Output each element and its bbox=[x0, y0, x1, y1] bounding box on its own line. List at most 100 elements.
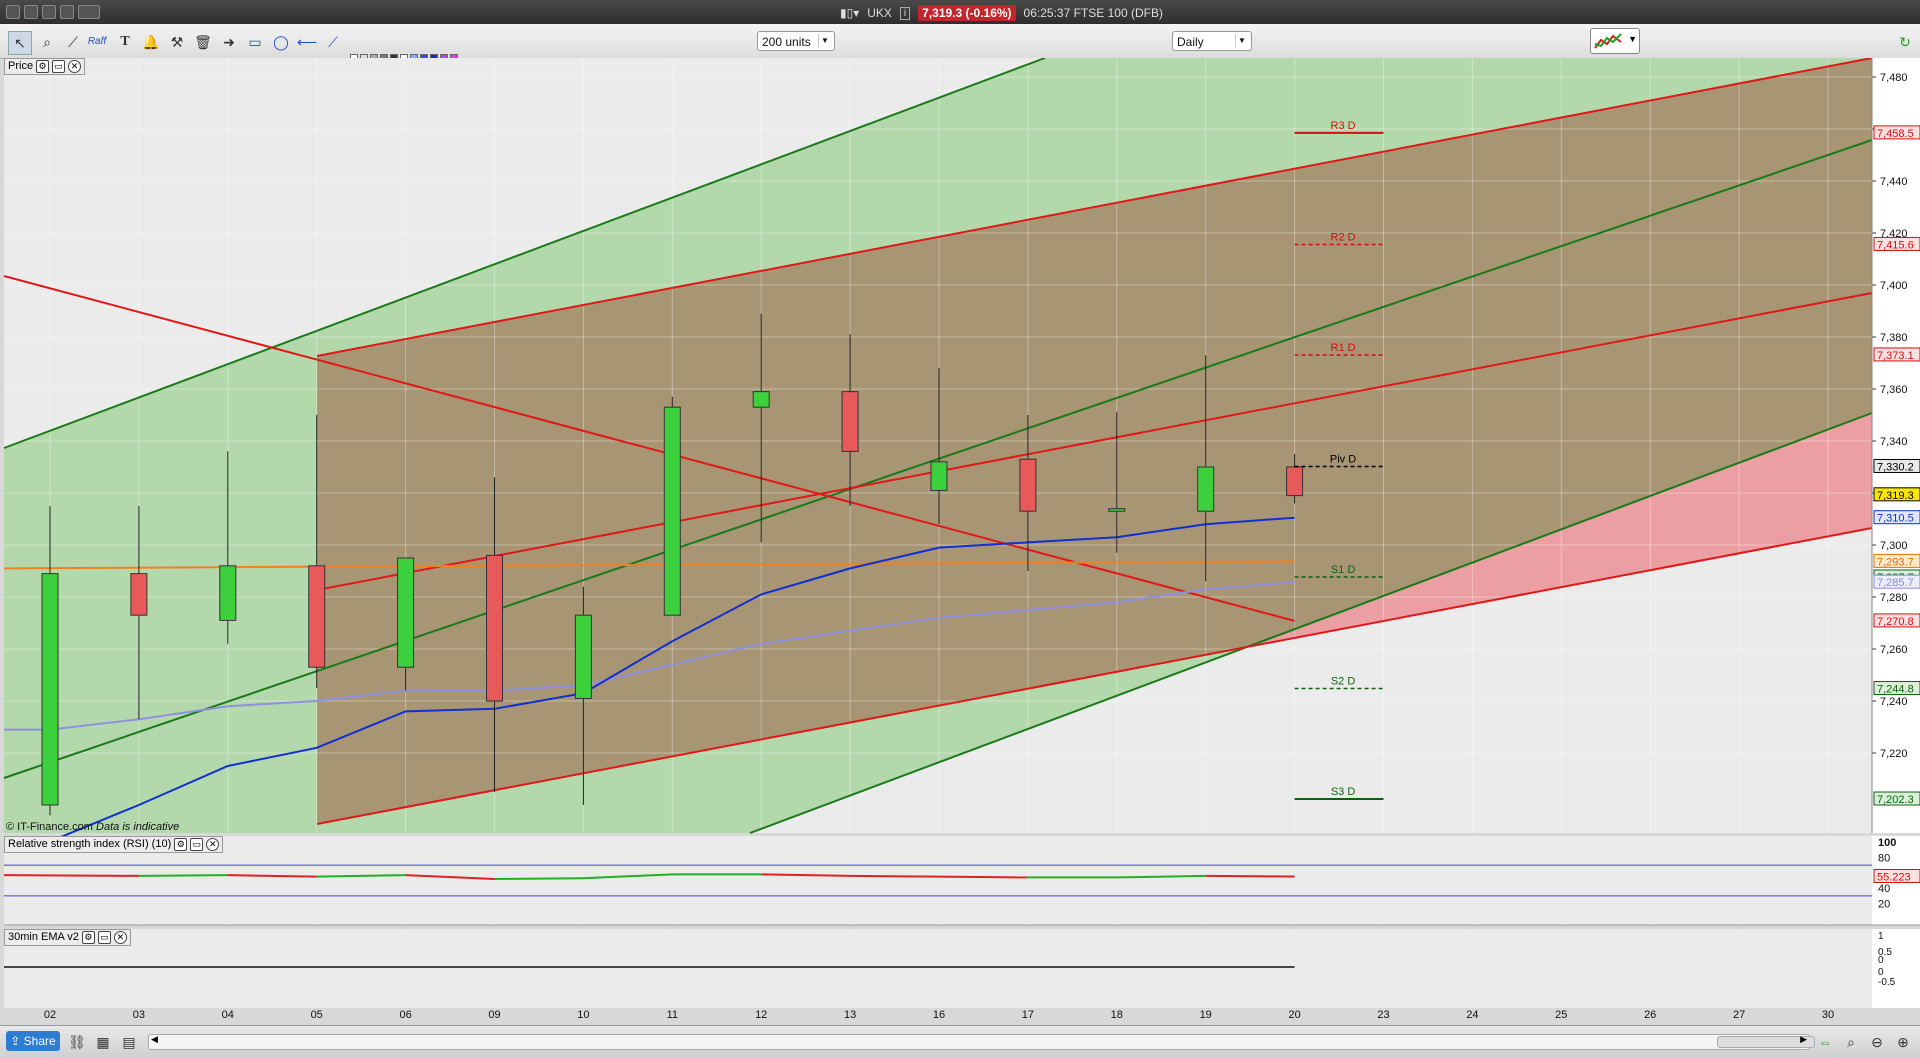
time-axis-label: 13 bbox=[844, 1009, 856, 1020]
time-axis-label: 26 bbox=[1644, 1009, 1656, 1020]
refresh-icon[interactable]: ↻ bbox=[1894, 31, 1916, 53]
chevron-down-icon: ▼ bbox=[1235, 34, 1248, 48]
line-tool-icon[interactable]: ⟵ bbox=[296, 31, 318, 53]
time-axis-label: 27 bbox=[1733, 1009, 1745, 1020]
raff-tool-icon[interactable]: Raff bbox=[86, 31, 108, 53]
rsi-axis-label: 20 bbox=[1878, 899, 1890, 911]
price-badge: 7,373.1 bbox=[1873, 347, 1920, 362]
arrow-tool-icon[interactable]: ➜ bbox=[218, 31, 240, 53]
interval-select[interactable]: Daily ▼ bbox=[1172, 31, 1252, 51]
link-icon[interactable]: ⛓ bbox=[66, 1031, 88, 1053]
wrench-icon[interactable]: ⚙ bbox=[174, 838, 188, 851]
share-button[interactable]: ⇪ Share bbox=[6, 1031, 60, 1051]
wrench-icon[interactable]: ⚙ bbox=[81, 931, 95, 944]
ema-panel-bg bbox=[4, 929, 1872, 1008]
price-axis-label: 7,360 bbox=[1880, 384, 1908, 396]
chart-canvas[interactable]: R3 DR2 DR1 DPiv DS1 DS2 DS3 D7,2207,2407… bbox=[0, 57, 1920, 1021]
price-axis-label: 7,440 bbox=[1880, 176, 1908, 188]
price-axis-label: 7,400 bbox=[1880, 280, 1908, 292]
rsi-segment bbox=[1205, 874, 1295, 878]
price-badge-label: 7,270.8 bbox=[1877, 616, 1914, 628]
ema-panel-label: 30min EMA v2 ⚙ ▭ ✕ bbox=[4, 929, 131, 946]
price-panel-label: Price ⚙ ▭ ✕ bbox=[4, 58, 86, 75]
alert-bell-icon[interactable]: 🔔 bbox=[140, 31, 162, 53]
time-axis-label: 23 bbox=[1377, 1009, 1389, 1020]
units-select[interactable]: 200 units ▼ bbox=[757, 31, 835, 51]
candle-body bbox=[1286, 466, 1304, 497]
time-axis-label: 25 bbox=[1555, 1009, 1567, 1020]
window-icon[interactable]: ▭ bbox=[97, 931, 111, 944]
text-tool-icon[interactable]: T bbox=[114, 31, 136, 53]
zoom-fit-icon[interactable]: ⌕ bbox=[1840, 1031, 1862, 1053]
time-axis-label: 09 bbox=[488, 1009, 500, 1020]
info-icon[interactable]: i bbox=[899, 6, 911, 20]
ema-panel-title: 30min EMA v2 bbox=[8, 931, 79, 943]
rsi-segment bbox=[938, 875, 1028, 879]
price-badge-label: 7,319.3 bbox=[1877, 490, 1914, 502]
candle-body bbox=[574, 614, 592, 699]
maximize-window-button[interactable] bbox=[60, 5, 74, 19]
ema-axis-label: 0 bbox=[1878, 955, 1884, 966]
candle-body bbox=[752, 391, 770, 408]
time-scrollbar[interactable]: ◀ ▶ bbox=[148, 1034, 1815, 1050]
rsi-axis-label: 80 bbox=[1878, 852, 1890, 864]
price-change-badge: 7,319.3 (-0.16%) bbox=[918, 5, 1016, 21]
price-panel-title: Price bbox=[8, 60, 34, 72]
price-badge-label: 7,244.8 bbox=[1877, 684, 1914, 696]
menu-button[interactable] bbox=[78, 5, 100, 19]
grid-icon[interactable]: ▦ bbox=[92, 1031, 114, 1053]
trend-tool-icon[interactable]: ⟋ bbox=[62, 31, 84, 53]
scroll-left-icon[interactable]: ◀ bbox=[151, 1034, 158, 1045]
zoom-out-icon[interactable]: ⊖ bbox=[1866, 1031, 1888, 1053]
pivot-label: S1 D bbox=[1331, 564, 1356, 576]
raff-label: Raff bbox=[87, 36, 107, 47]
trash-icon[interactable]: 🗑 bbox=[192, 31, 214, 53]
candle-body bbox=[41, 573, 59, 806]
pan-icon[interactable]: ⇔ bbox=[1814, 1031, 1836, 1053]
time-axis-label: 30 bbox=[1822, 1009, 1834, 1020]
zoom-tool-icon[interactable]: ⌕ bbox=[36, 31, 58, 53]
time-axis-label: 20 bbox=[1288, 1009, 1300, 1020]
time-axis-label: 06 bbox=[399, 1009, 411, 1020]
restore-window-button[interactable] bbox=[42, 5, 56, 19]
price-badge-label: 7,415.6 bbox=[1877, 239, 1914, 251]
candle-body bbox=[930, 461, 948, 491]
layout-icon[interactable]: ▤ bbox=[118, 1031, 140, 1053]
zoom-in-icon[interactable]: ⊕ bbox=[1892, 1031, 1914, 1053]
copyright-notice: © IT-Finance.com Data is indicative bbox=[6, 821, 179, 833]
price-badge: 7,202.3 bbox=[1873, 791, 1920, 806]
price-badge-label: 7,310.5 bbox=[1877, 513, 1914, 525]
price-badge-label: 7,373.1 bbox=[1877, 350, 1914, 362]
time-axis-label: 03 bbox=[133, 1009, 145, 1020]
pointer-tool-icon[interactable]: ↖ bbox=[8, 31, 32, 55]
ray-tool-icon[interactable]: ⟋ bbox=[322, 31, 344, 53]
close-icon[interactable]: ✕ bbox=[113, 931, 127, 944]
candle-body bbox=[1197, 466, 1215, 512]
chart-toolbar: ↖ ⌕ ⟋ Raff T 🔔 ⚒ 🗑 ➜ ▭ ◯ ⟵ ⟋ 200 units ▼ bbox=[0, 24, 1920, 74]
minimize-window-button[interactable] bbox=[24, 5, 38, 19]
close-icon[interactable]: ✕ bbox=[206, 838, 220, 851]
price-badge: 7,310.5 bbox=[1873, 510, 1920, 525]
price-axis-label: 7,380 bbox=[1880, 332, 1908, 344]
price-axis-label: 7,280 bbox=[1880, 592, 1908, 604]
candle bbox=[663, 396, 681, 616]
candle-body bbox=[663, 406, 681, 616]
pivot-label: S2 D bbox=[1331, 676, 1356, 688]
window-icon[interactable]: ▭ bbox=[52, 60, 66, 73]
time-axis-label: 02 bbox=[44, 1009, 56, 1020]
rsi-segment bbox=[850, 874, 940, 878]
price-badge-label: 7,293.7 bbox=[1877, 556, 1914, 568]
hammer-tool-icon[interactable]: ⚒ bbox=[166, 31, 188, 53]
window-titlebar: ▮▯▾ UKX i 7,319.3 (-0.16%) 06:25:37 FTSE… bbox=[0, 0, 1920, 24]
close-icon[interactable]: ✕ bbox=[68, 60, 82, 73]
rectangle-tool-icon[interactable]: ▭ bbox=[244, 31, 266, 53]
window-icon[interactable]: ▭ bbox=[190, 838, 204, 851]
chart-type-button[interactable]: ▼ bbox=[1590, 28, 1640, 54]
time-axis-label: 18 bbox=[1111, 1009, 1123, 1020]
scroll-right-icon[interactable]: ▶ bbox=[1800, 1034, 1807, 1045]
price-axis-label: 7,240 bbox=[1880, 696, 1908, 708]
wrench-icon[interactable]: ⚙ bbox=[36, 60, 50, 73]
time-axis-label: 24 bbox=[1466, 1009, 1478, 1020]
ellipse-tool-icon[interactable]: ◯ bbox=[270, 31, 292, 53]
close-window-button[interactable] bbox=[6, 5, 20, 19]
